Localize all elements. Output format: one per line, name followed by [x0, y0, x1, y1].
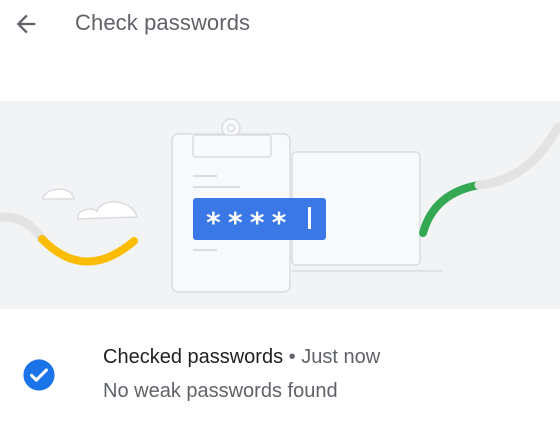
status-separator: • [288, 346, 296, 368]
status-time: Just now [301, 346, 381, 368]
page-title: Check passwords [75, 10, 251, 35]
grey-wave-left [0, 212, 47, 244]
back-button[interactable] [8, 6, 44, 42]
cloud-large-icon [77, 201, 138, 220]
header: Check passwords [0, 0, 560, 50]
status-result: No weak passwords found [103, 380, 338, 402]
password-check-status: Checked passwords • Just now No weak pas… [0, 330, 560, 424]
cloud-small-icon [42, 188, 75, 200]
green-wave [419, 181, 483, 237]
clipboard-clip [192, 134, 272, 158]
grey-wave-right [474, 122, 560, 190]
masked-password: **** [205, 206, 292, 239]
text-cursor [308, 207, 311, 229]
status-title: Checked passwords [103, 346, 284, 368]
yellow-wave [38, 235, 138, 266]
check-circle-icon [23, 359, 55, 391]
arrow-back-icon [16, 14, 36, 34]
status-title-line: Checked passwords • Just now [103, 346, 380, 369]
illustration-banner: **** [0, 101, 560, 309]
